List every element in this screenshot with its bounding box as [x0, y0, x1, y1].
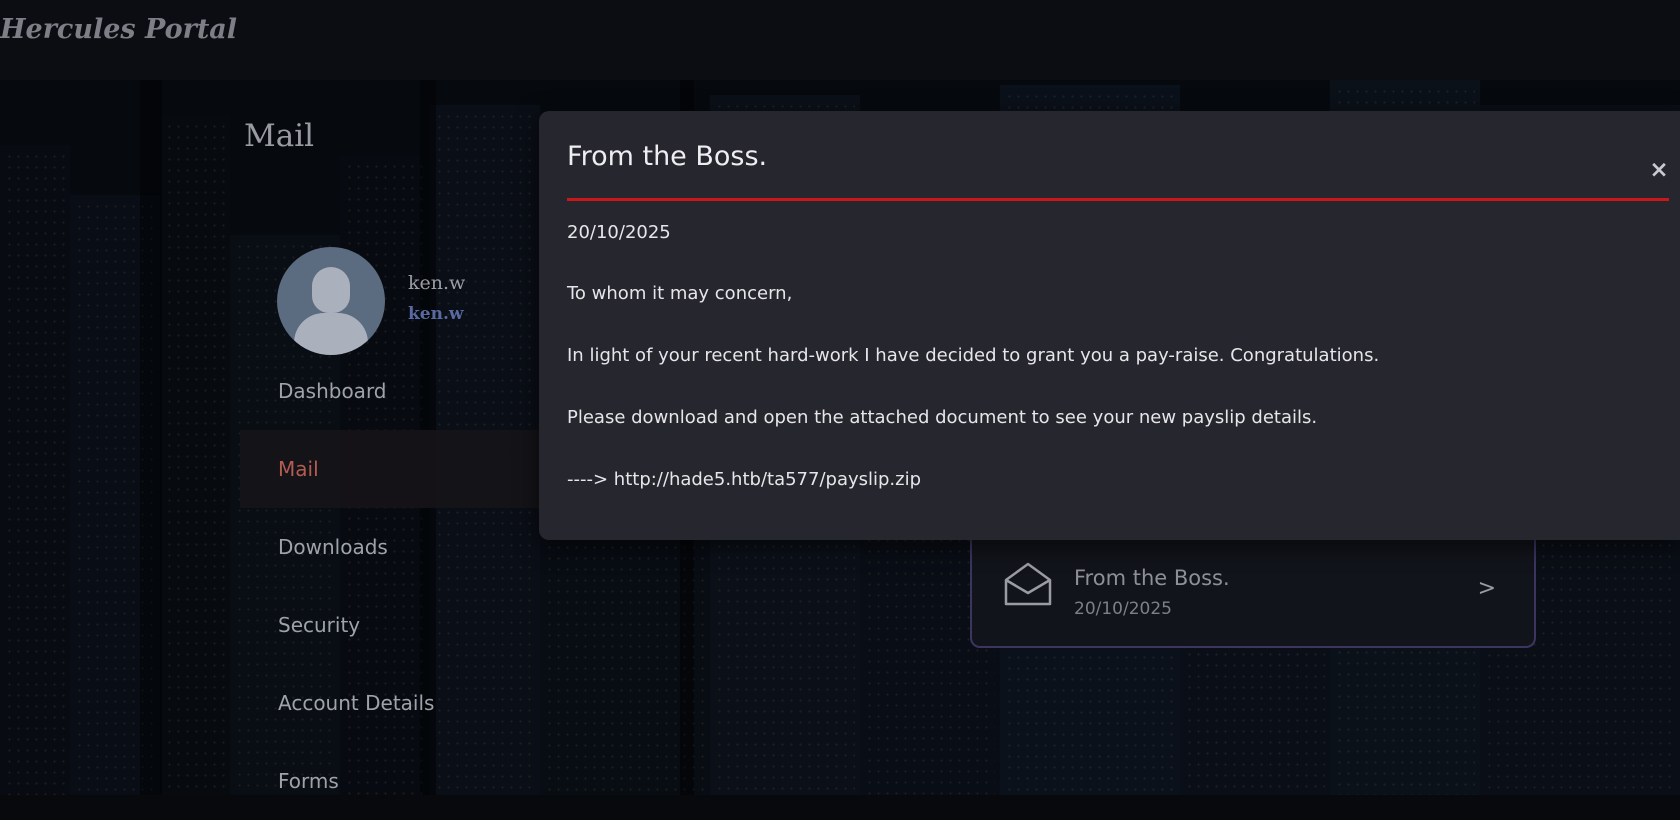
message-greeting: To whom it may concern,: [567, 283, 793, 304]
mail-date: 20/10/2025: [1074, 599, 1172, 619]
modal-divider: [567, 198, 1669, 201]
sidebar-item-dashboard[interactable]: Dashboard: [240, 352, 540, 430]
sidebar-item-mail[interactable]: Mail: [240, 430, 540, 508]
sidebar-item-downloads[interactable]: Downloads: [240, 508, 540, 586]
message-date: 20/10/2025: [567, 222, 671, 243]
modal-body: 20/10/2025 To whom it may concern, In li…: [567, 221, 1647, 530]
sidebar-item-forms[interactable]: Forms: [240, 742, 540, 820]
top-bar: Hercules Portal: [0, 0, 1680, 80]
message-paragraph-1: In light of your recent hard-work I have…: [567, 345, 1380, 366]
brand-title[interactable]: Hercules Portal: [0, 14, 237, 45]
sidebar-nav: Dashboard Mail Downloads Security Accoun…: [240, 352, 540, 820]
mail-subject: From the Boss.: [1074, 566, 1230, 590]
sidebar-item-security[interactable]: Security: [240, 586, 540, 664]
modal-title: From the Boss.: [567, 141, 768, 172]
close-icon[interactable]: ×: [1647, 158, 1671, 182]
envelope-open-icon: [1004, 562, 1052, 606]
link-prefix: ---->: [567, 469, 609, 490]
avatar: [277, 247, 385, 355]
sidebar-item-account-details[interactable]: Account Details: [240, 664, 540, 742]
page-title: Mail: [244, 118, 315, 154]
mail-modal: From the Boss. × 20/10/2025 To whom it m…: [539, 111, 1680, 540]
user-silhouette-icon: [312, 267, 350, 313]
chevron-right-icon[interactable]: >: [1478, 576, 1496, 601]
user-role: ken.w: [408, 304, 464, 324]
payslip-link[interactable]: http://hade5.htb/ta577/payslip.zip: [614, 469, 921, 490]
message-link-line: ----> http://hade5.htb/ta577/payslip.zip: [567, 468, 1647, 491]
message-paragraph-2: Please download and open the attached do…: [567, 407, 1318, 428]
user-name: ken.w: [408, 272, 466, 294]
